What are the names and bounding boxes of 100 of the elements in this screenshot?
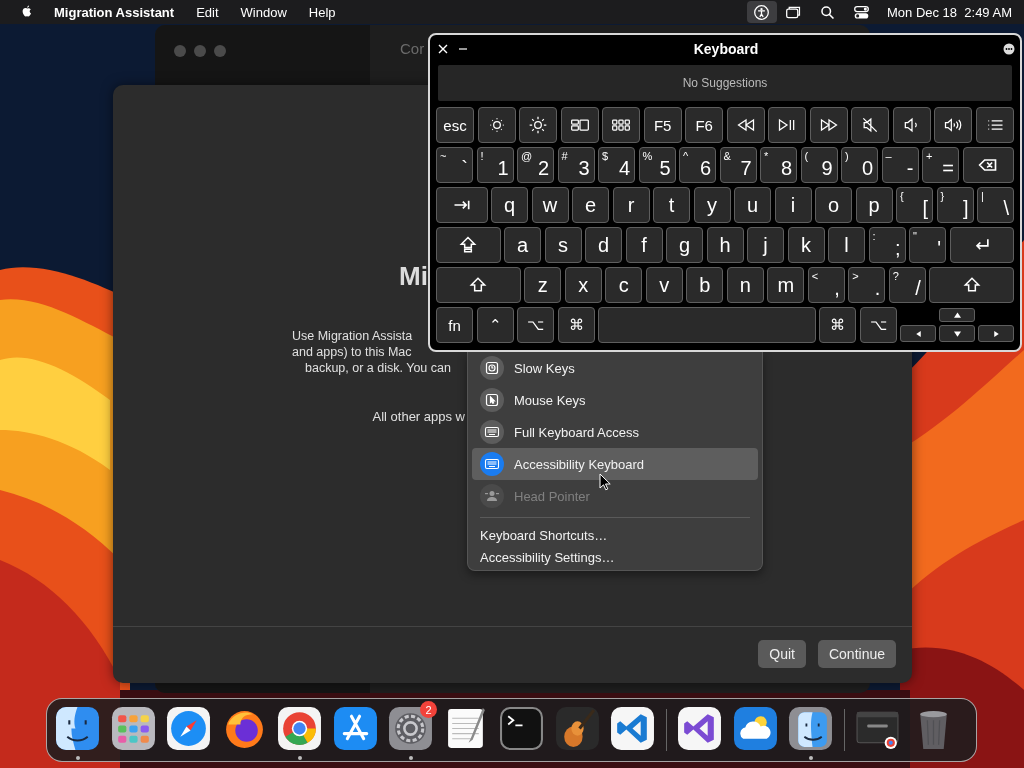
key[interactable]: " ' — [909, 227, 946, 263]
key[interactable] — [934, 107, 973, 143]
key[interactable]: > . — [848, 267, 886, 303]
key[interactable]: fn — [436, 307, 473, 343]
key[interactable] — [975, 107, 1014, 143]
key[interactable]: } ] — [936, 187, 974, 223]
key[interactable]: ( 9 — [800, 147, 838, 183]
key[interactable]: F6 — [685, 107, 724, 143]
face-icon[interactable] — [788, 706, 833, 751]
key[interactable] — [602, 107, 641, 143]
grid-icon[interactable] — [110, 706, 156, 751]
key[interactable]: y — [693, 187, 731, 223]
face-icon[interactable] — [55, 706, 100, 751]
key[interactable] — [477, 107, 516, 143]
ring-icon[interactable] — [277, 706, 322, 751]
ribbon-icon[interactable] — [677, 706, 722, 751]
key[interactable]: F5 — [643, 107, 682, 143]
gear-icon[interactable] — [388, 706, 433, 751]
menu-item[interactable]: Help — [308, 4, 336, 20]
arrow-key[interactable] — [939, 325, 975, 342]
key[interactable]: s — [544, 227, 582, 263]
key[interactable]: ⌥ — [517, 307, 554, 343]
close-icon[interactable] — [437, 42, 449, 55]
arrow-key[interactable] — [939, 308, 975, 322]
key[interactable] — [436, 227, 501, 263]
menu-item[interactable]: Accessibility Settings… — [472, 546, 758, 568]
key[interactable]: < , — [807, 267, 845, 303]
menu-item[interactable]: Window — [240, 4, 287, 20]
key[interactable]: q — [491, 187, 528, 223]
key[interactable]: ⌥ — [859, 307, 897, 343]
menu-item[interactable]: Accessibility Keyboard — [472, 448, 758, 480]
key[interactable] — [892, 107, 931, 143]
ribbon-icon[interactable] — [610, 706, 655, 751]
key[interactable]: esc — [436, 107, 475, 143]
key[interactable]: p — [855, 187, 893, 223]
guitar-icon[interactable] — [554, 706, 600, 751]
app-menu[interactable]: Migration Assistant — [54, 4, 175, 20]
key[interactable]: e — [572, 187, 609, 223]
key[interactable]: % 5 — [638, 147, 676, 183]
key[interactable]: x — [564, 267, 602, 303]
key[interactable]: f — [625, 227, 663, 263]
key[interactable]: – - — [881, 147, 919, 183]
key[interactable]: | \ — [977, 187, 1014, 223]
key[interactable]: : ; — [868, 227, 906, 263]
clock[interactable]: Mon Dec 18 2:49 AM — [887, 4, 1012, 20]
key[interactable] — [962, 147, 1014, 183]
key[interactable]: o — [815, 187, 852, 223]
key[interactable]: * 8 — [760, 147, 797, 183]
key[interactable]: + = — [922, 147, 959, 183]
arrow-key[interactable] — [978, 325, 1014, 342]
key[interactable]: ? / — [888, 267, 926, 303]
key[interactable]: { [ — [896, 187, 933, 223]
key[interactable] — [851, 107, 890, 143]
key[interactable]: ⌘ — [557, 307, 595, 343]
key[interactable]: n — [726, 267, 764, 303]
key[interactable]: r — [612, 187, 650, 223]
search-icon[interactable] — [819, 3, 836, 21]
key[interactable]: t — [653, 187, 690, 223]
cloud-icon[interactable] — [732, 706, 778, 751]
menu-item[interactable]: Mouse Keys — [472, 384, 758, 416]
key[interactable]: ! 1 — [476, 147, 514, 183]
accessibility-button[interactable] — [747, 1, 777, 23]
terminal-icon[interactable] — [499, 706, 544, 751]
key[interactable]: ) 0 — [841, 147, 878, 183]
menu-item[interactable]: Full Keyboard Access — [472, 416, 758, 448]
window-button[interactable]: Quit — [758, 640, 806, 668]
key[interactable]: & 7 — [719, 147, 757, 183]
key[interactable]: k — [787, 227, 825, 263]
key[interactable]: h — [706, 227, 744, 263]
compass-icon[interactable] — [166, 706, 211, 751]
crossed-sticks-icon[interactable] — [332, 706, 378, 751]
key[interactable]: ⌃ — [476, 307, 514, 343]
key[interactable]: @ 2 — [517, 147, 554, 183]
key[interactable]: v — [645, 267, 683, 303]
key[interactable] — [809, 107, 848, 143]
options-icon[interactable] — [1003, 42, 1015, 55]
key[interactable] — [768, 107, 807, 143]
control-center-icon[interactable] — [853, 3, 870, 21]
key[interactable]: c — [605, 267, 643, 303]
key[interactable]: ^ 6 — [679, 147, 716, 183]
key[interactable]: l — [828, 227, 865, 263]
key[interactable]: ⌘ — [819, 307, 856, 343]
key[interactable] — [436, 187, 488, 223]
window-button[interactable]: Continue — [817, 640, 896, 668]
menu-item[interactable]: Keyboard Shortcuts… — [472, 524, 758, 546]
key[interactable]: g — [666, 227, 703, 263]
key[interactable]: d — [585, 227, 622, 263]
arrow-key[interactable] — [900, 325, 936, 342]
key[interactable] — [560, 107, 599, 143]
key[interactable] — [949, 227, 1014, 263]
menu-item[interactable]: Slow Keys — [472, 352, 758, 384]
key[interactable]: # 3 — [557, 147, 595, 183]
key[interactable]: ~ ` — [436, 147, 473, 183]
key[interactable]: a — [504, 227, 541, 263]
key[interactable]: u — [734, 187, 771, 223]
key[interactable]: j — [747, 227, 784, 263]
key[interactable]: b — [686, 267, 724, 303]
key[interactable] — [726, 107, 765, 143]
key[interactable]: i — [774, 187, 812, 223]
key[interactable]: $ 4 — [598, 147, 635, 183]
